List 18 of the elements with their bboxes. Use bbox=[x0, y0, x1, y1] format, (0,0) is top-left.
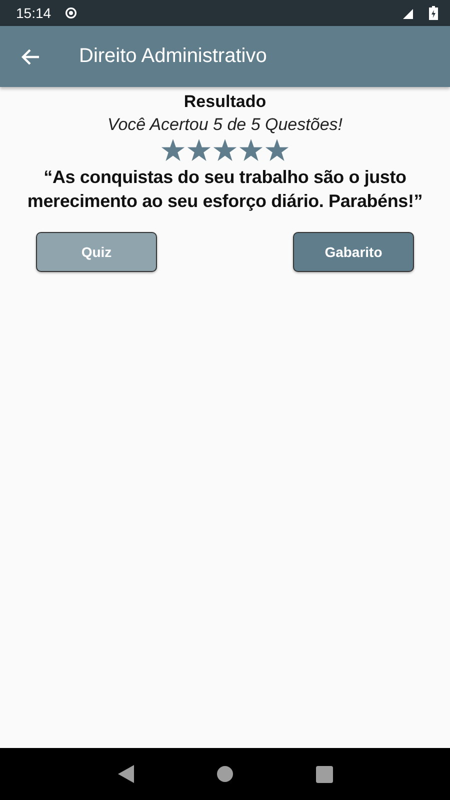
quiz-button[interactable]: Quiz bbox=[36, 232, 157, 272]
star-icon bbox=[239, 139, 263, 162]
answer-key-button[interactable]: Gabarito bbox=[293, 232, 414, 272]
app-title: Direito Administrativo bbox=[79, 45, 267, 68]
result-heading: Resultado bbox=[184, 91, 266, 113]
star-icon bbox=[187, 139, 211, 162]
recents-nav-icon[interactable] bbox=[316, 766, 332, 782]
signal-icon bbox=[403, 7, 415, 19]
star-icon bbox=[161, 139, 185, 162]
star-icon bbox=[265, 139, 289, 162]
record-icon bbox=[65, 7, 78, 19]
battery-icon bbox=[429, 6, 438, 20]
congrats-message: “As conquistas do seu trabalho são o justo merecimento ao seu esforço diário. Parabéns!” bbox=[26, 166, 424, 213]
score-text: Você Acertou 5 de 5 Questões! bbox=[108, 114, 342, 136]
status-time: 15:14 bbox=[16, 5, 52, 21]
star-icon bbox=[213, 139, 237, 162]
back-nav-icon[interactable] bbox=[118, 765, 134, 783]
home-nav-icon[interactable] bbox=[216, 766, 232, 782]
